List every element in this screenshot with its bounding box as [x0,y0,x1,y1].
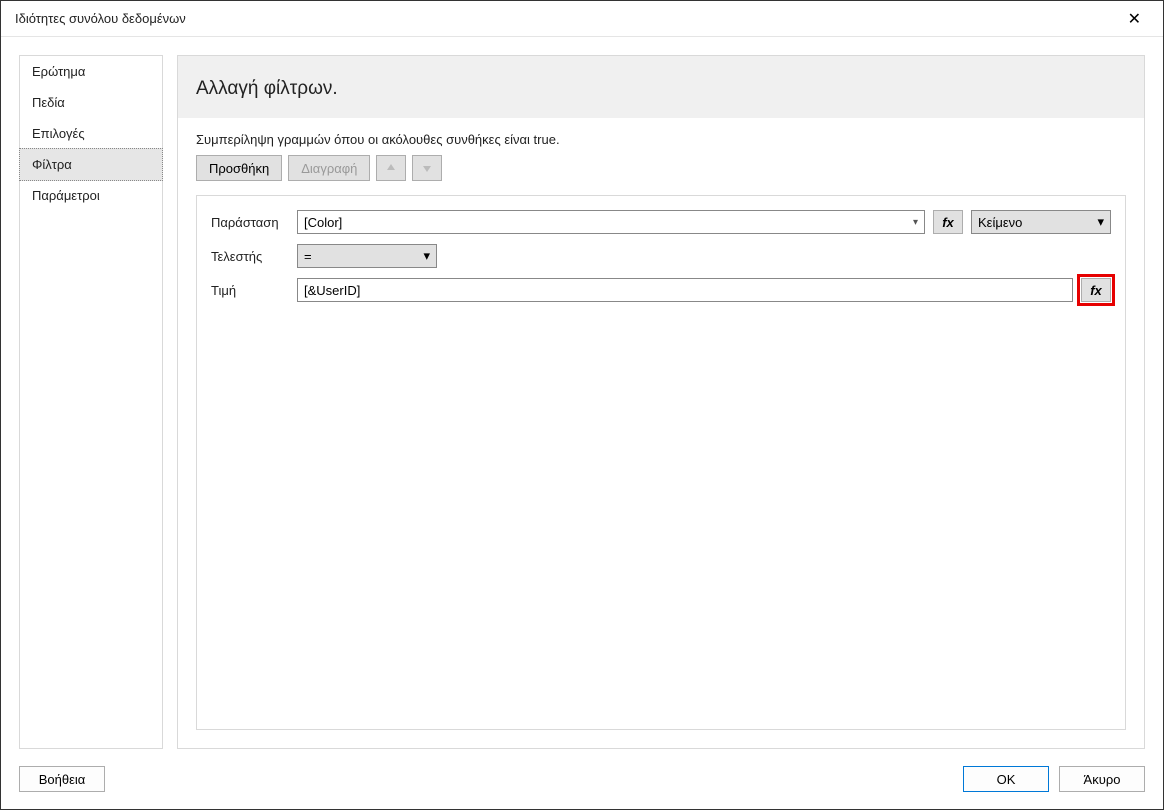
type-value: Κείμενο [978,215,1022,230]
operator-value: = [304,249,312,264]
cancel-button[interactable]: Άκυρο [1059,766,1145,792]
content-body: Συμπερίληψη γραμμών όπου οι ακόλουθες συ… [178,118,1144,748]
add-button[interactable]: Προσθήκη [196,155,282,181]
value-input[interactable] [297,278,1073,302]
footer: Βοήθεια OK Άκυρο [1,749,1163,809]
operator-label: Τελεστής [211,249,289,264]
titlebar: Ιδιότητες συνόλου δεδομένων ✕ [1,1,1163,37]
filter-container: Παράσταση [Color] ▾ fx Κείμενο ▾ [196,195,1126,730]
fx-icon: fx [1090,283,1102,298]
arrow-down-icon [421,162,433,174]
value-label: Τιμή [211,283,289,298]
instruction-text: Συμπερίληψη γραμμών όπου οι ακόλουθες συ… [196,132,1126,147]
sidebar-item-options[interactable]: Επιλογές [20,118,162,149]
help-button[interactable]: Βοήθεια [19,766,105,792]
expression-row: Παράσταση [Color] ▾ fx Κείμενο ▾ [211,210,1111,234]
footer-right: OK Άκυρο [963,766,1145,792]
window-title: Ιδιότητες συνόλου δεδομένων [15,11,186,26]
dialog-window: Ιδιότητες συνόλου δεδομένων ✕ Ερώτημα Πε… [0,0,1164,810]
expression-fx-button[interactable]: fx [933,210,963,234]
move-down-button[interactable] [412,155,442,181]
sidebar-item-parameters[interactable]: Παράμετροι [20,180,162,211]
delete-button[interactable]: Διαγραφή [288,155,370,181]
sidebar-item-fields[interactable]: Πεδία [20,87,162,118]
sidebar: Ερώτημα Πεδία Επιλογές Φίλτρα Παράμετροι [19,55,163,749]
move-up-button[interactable] [376,155,406,181]
type-select[interactable]: Κείμενο ▾ [971,210,1111,234]
operator-select[interactable]: = ▾ [297,244,437,268]
chevron-down-icon: ▾ [1097,214,1104,230]
content-panel: Αλλαγή φίλτρων. Συμπερίληψη γραμμών όπου… [177,55,1145,749]
close-icon[interactable]: ✕ [1120,5,1149,33]
value-row: Τιμή fx [211,278,1111,302]
expression-value: [Color] [304,215,342,230]
expression-combo[interactable]: [Color] ▾ [297,210,925,234]
expression-label: Παράσταση [211,215,289,230]
page-title: Αλλαγή φίλτρων. [178,56,1144,118]
fx-icon: fx [942,215,954,230]
dialog-body: Ερώτημα Πεδία Επιλογές Φίλτρα Παράμετροι… [1,37,1163,749]
operator-row: Τελεστής = ▾ [211,244,1111,268]
sidebar-item-query[interactable]: Ερώτημα [20,56,162,87]
arrow-up-icon [385,162,397,174]
chevron-down-icon: ▾ [423,248,430,264]
ok-button[interactable]: OK [963,766,1049,792]
value-fx-button[interactable]: fx [1081,278,1111,302]
sidebar-item-filters[interactable]: Φίλτρα [19,148,163,181]
toolbar: Προσθήκη Διαγραφή [196,155,1126,181]
chevron-down-icon: ▾ [907,217,918,228]
